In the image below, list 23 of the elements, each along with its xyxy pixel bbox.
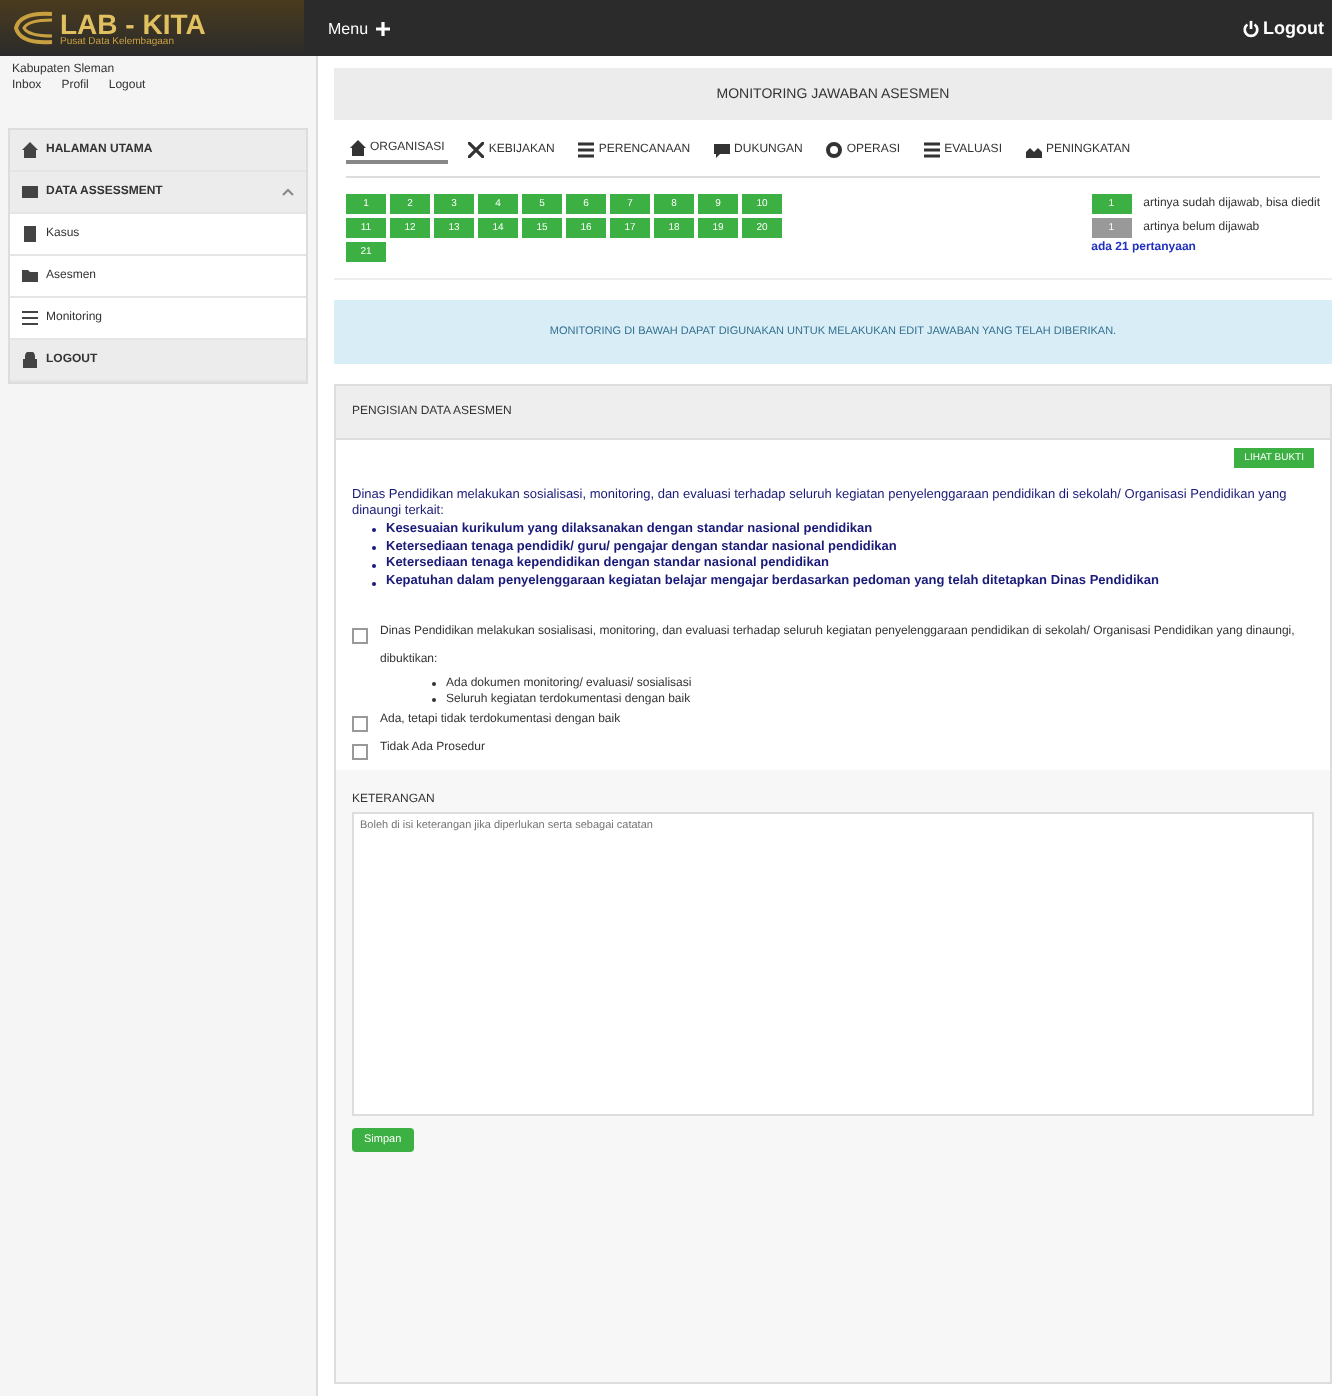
chat-icon: [714, 142, 731, 158]
folder-icon: [22, 268, 38, 284]
document-icon: [22, 226, 38, 242]
checkbox[interactable]: [352, 715, 368, 732]
lock-icon: [22, 352, 38, 368]
list-icon: [578, 142, 595, 158]
list-icon: [924, 142, 941, 158]
logout-link[interactable]: Logout: [1241, 18, 1324, 38]
logo-text: LAB - KITA: [60, 9, 206, 37]
plus-icon: [376, 21, 391, 35]
power-icon: [1241, 19, 1259, 37]
table-icon: [22, 184, 38, 200]
menu-link[interactable]: Menu: [328, 19, 369, 37]
home-icon: [22, 142, 38, 158]
home-icon: [350, 140, 366, 156]
checkbox[interactable]: [352, 743, 368, 760]
logo-swoosh-icon: [12, 8, 56, 48]
chevron-up-icon: [282, 188, 294, 196]
list-icon: [22, 310, 38, 326]
checkbox[interactable]: [352, 627, 368, 644]
cross-icon: [468, 142, 485, 158]
ring-icon: [826, 142, 843, 158]
people-icon: [1025, 142, 1042, 158]
